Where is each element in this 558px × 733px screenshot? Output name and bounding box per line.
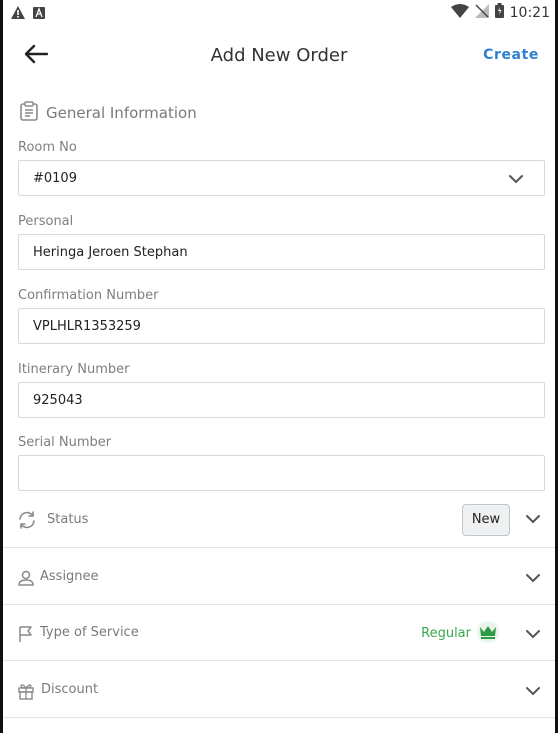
clipboard-icon: [20, 101, 38, 125]
assignee-row[interactable]: Assignee: [3, 549, 555, 605]
personal-label: Personal: [18, 214, 74, 229]
status-badge: New: [462, 504, 510, 536]
room-no-value: #0109: [33, 171, 77, 186]
assignee-label: Assignee: [40, 569, 99, 584]
signal-icon: [474, 3, 489, 22]
flag-icon: [17, 625, 35, 643]
room-no-select[interactable]: #0109: [18, 160, 545, 196]
sync-icon: [17, 510, 35, 529]
type-of-service-label: Type of Service: [40, 625, 139, 640]
itinerary-number-label: Itinerary Number: [18, 362, 130, 377]
personal-field[interactable]: Heringa Jeroen Stephan: [18, 234, 545, 270]
gift-icon: [17, 682, 35, 700]
confirmation-number-value: VPLHLR1353259: [33, 319, 141, 334]
itinerary-number-value: 925043: [33, 393, 83, 408]
discount-label: Discount: [41, 682, 99, 697]
android-icon: [33, 4, 45, 23]
confirmation-number-field[interactable]: VPLHLR1353259: [18, 308, 545, 344]
page-title: Add New Order: [210, 45, 348, 66]
person-icon: [17, 569, 35, 587]
chevron-down-icon: [525, 570, 541, 586]
app-bar: Add New Order Create: [0, 24, 558, 88]
chevron-down-icon: [508, 171, 524, 187]
battery-icon: [494, 3, 504, 22]
serial-number-field[interactable]: [18, 455, 545, 491]
status-label: Status: [47, 512, 89, 527]
chevron-down-icon: [525, 511, 541, 527]
type-of-service-row[interactable]: Type of Service Regular: [3, 605, 555, 661]
section-title: General Information: [46, 104, 197, 122]
wifi-icon: [450, 3, 469, 22]
chevron-down-icon: [525, 626, 541, 642]
chevron-down-icon: [525, 683, 541, 699]
confirmation-number-label: Confirmation Number: [18, 288, 159, 303]
warning-icon: [11, 4, 25, 23]
status-time: 10:21: [509, 4, 550, 21]
general-information-header: General Information: [20, 101, 197, 125]
crown-icon: [477, 621, 499, 643]
status-row[interactable]: Status New: [3, 492, 555, 548]
discount-row[interactable]: Discount: [3, 662, 555, 718]
room-no-label: Room No: [18, 140, 77, 155]
serial-number-label: Serial Number: [18, 435, 112, 450]
personal-value: Heringa Jeroen Stephan: [33, 245, 188, 260]
status-bar: 10:21: [0, 0, 558, 24]
itinerary-number-field[interactable]: 925043: [18, 382, 545, 418]
create-button[interactable]: Create: [483, 47, 539, 63]
service-type-value: Regular: [421, 626, 471, 641]
